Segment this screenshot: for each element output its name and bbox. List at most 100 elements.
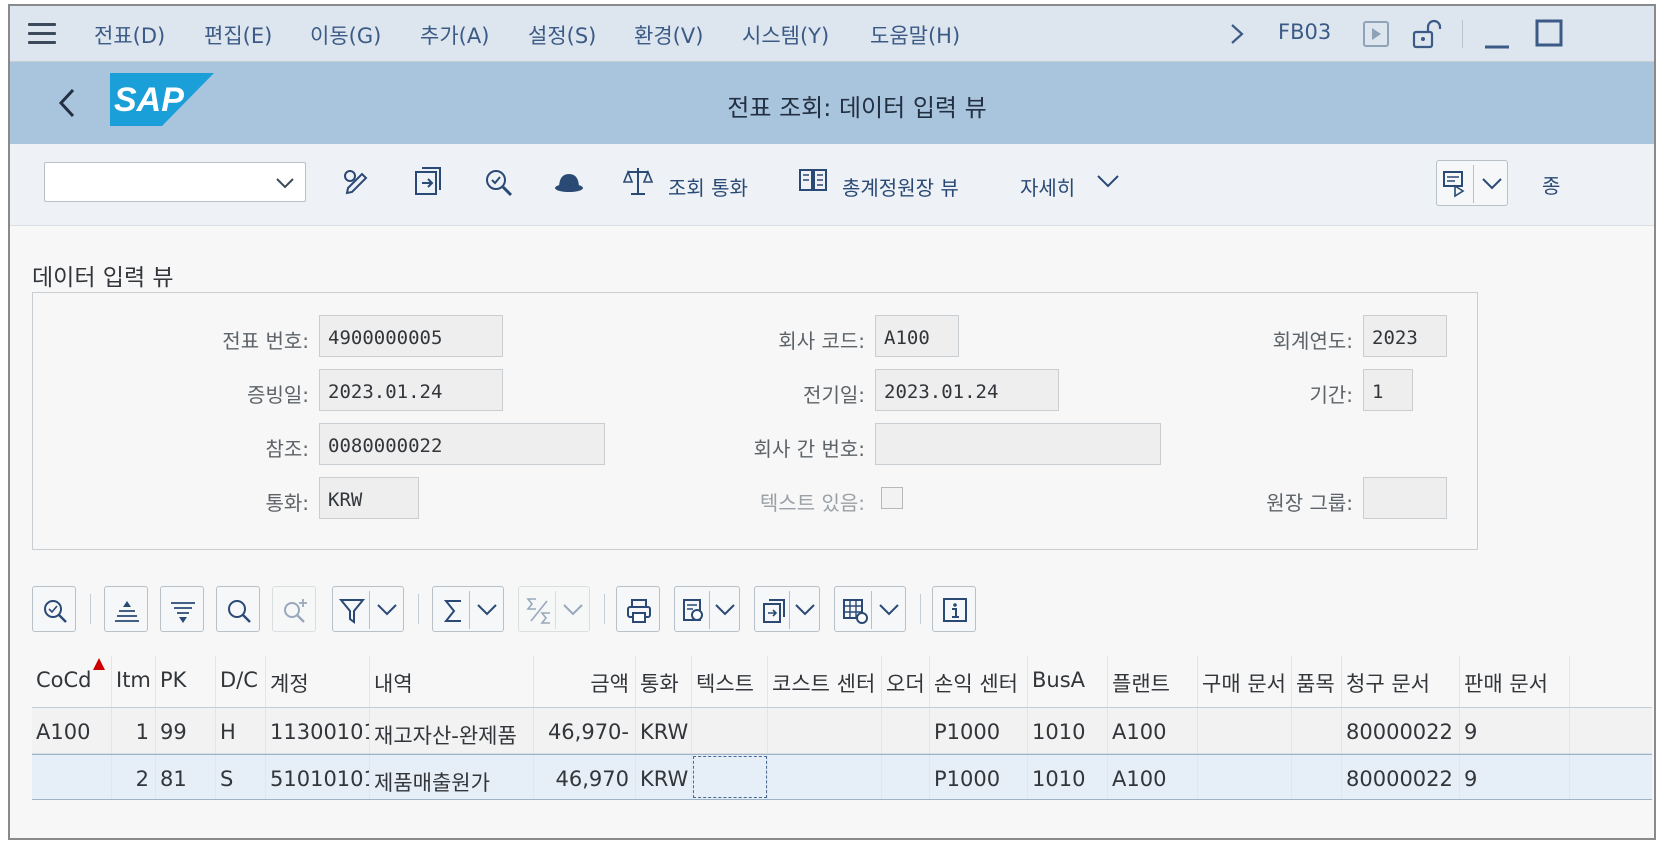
fiscal-year-field[interactable]: 2023	[1363, 315, 1447, 357]
sort-descending-button[interactable]	[160, 586, 204, 632]
cell-itm[interactable]: 1	[112, 708, 156, 753]
cell-itm[interactable]: 2	[112, 755, 156, 799]
transaction-menu-button[interactable]	[1436, 160, 1508, 206]
menu-document[interactable]: 전표(D)	[94, 20, 165, 50]
cell-po[interactable]	[1198, 708, 1292, 753]
cell-order[interactable]	[882, 708, 930, 753]
doc-number-field[interactable]: 4900000005	[319, 315, 503, 357]
minimize-icon[interactable]	[1482, 20, 1512, 50]
total-button[interactable]	[432, 586, 504, 632]
column-header-profit-center[interactable]: 손익 센터	[930, 656, 1028, 707]
cell-busa[interactable]: 1010	[1028, 755, 1108, 799]
cell-sales-doc[interactable]: 9	[1460, 755, 1570, 799]
cell-cost-center[interactable]	[768, 708, 882, 753]
menu-edit[interactable]: 편집(E)	[204, 20, 272, 50]
cell-profit-center[interactable]: P1000	[930, 708, 1028, 753]
cell-cocd[interactable]: A100	[32, 708, 112, 753]
chevron-down-icon[interactable]	[1094, 170, 1132, 210]
hamburger-menu-icon[interactable]	[28, 23, 56, 45]
subtotal-button[interactable]	[518, 586, 590, 632]
cell-currency[interactable]: KRW	[636, 755, 692, 799]
table-row[interactable]: A100 1 99 H 11300101 재고자산-완제품 46,970- KR…	[32, 708, 1652, 754]
column-header-account[interactable]: 계정	[266, 656, 370, 707]
menu-help[interactable]: 도움말(H)	[870, 20, 960, 50]
column-header-pk[interactable]: PK	[156, 656, 216, 707]
general-ledger-view-button[interactable]: 총계정원장 뷰	[842, 172, 959, 201]
cell-sales-doc[interactable]: 9	[1460, 708, 1570, 753]
currency-field[interactable]: KRW	[319, 477, 419, 519]
cell-busa[interactable]: 1010	[1028, 708, 1108, 753]
more-button[interactable]: 자세히	[1020, 172, 1075, 201]
services-hat-icon[interactable]	[550, 162, 588, 202]
menu-system[interactable]: 시스템(Y)	[742, 20, 829, 50]
menu-settings[interactable]: 설정(S)	[528, 20, 596, 50]
column-header-busa[interactable]: BusA	[1028, 656, 1108, 707]
views-button[interactable]	[674, 586, 740, 632]
filter-button[interactable]	[332, 586, 404, 632]
column-header-order[interactable]: 오더	[882, 656, 930, 707]
toolbar-select[interactable]	[44, 162, 306, 202]
cell-billing-doc[interactable]: 80000022	[1342, 755, 1460, 799]
cell-cocd[interactable]	[32, 755, 112, 799]
export-button[interactable]	[754, 586, 820, 632]
cell-profit-center[interactable]: P1000	[930, 755, 1028, 799]
column-header-dc[interactable]: D/C	[216, 656, 266, 707]
cell-plant[interactable]: A100	[1108, 755, 1198, 799]
find-button[interactable]	[216, 586, 260, 632]
doc-date-field[interactable]: 2023.01.24	[319, 369, 503, 411]
cell-plant[interactable]: A100	[1108, 708, 1198, 753]
cell-pk[interactable]: 81	[156, 755, 216, 799]
layout-button[interactable]	[834, 586, 906, 632]
cell-billing-doc[interactable]: 80000022	[1342, 708, 1460, 753]
column-header-plant[interactable]: 플랜트	[1108, 656, 1198, 707]
column-header-billing-doc[interactable]: 청구 문서	[1342, 656, 1460, 707]
display-currency-button[interactable]: 조회 통화	[668, 172, 748, 201]
text-exists-checkbox[interactable]	[881, 487, 903, 509]
cell-description[interactable]: 재고자산-완제품	[370, 708, 534, 753]
menu-environment[interactable]: 환경(V)	[634, 20, 703, 50]
details-button[interactable]	[32, 586, 76, 632]
general-ledger-view-icon[interactable]	[796, 162, 834, 202]
cell-cost-center[interactable]	[768, 755, 882, 799]
cell-description[interactable]: 제품매출원가	[370, 755, 534, 799]
transaction-code[interactable]: FB03	[1278, 20, 1331, 44]
find-next-button[interactable]	[272, 586, 316, 632]
column-header-description[interactable]: 내역	[370, 656, 534, 707]
cell-amount[interactable]: 46,970-	[534, 708, 636, 753]
exit-button-partial[interactable]: 종	[1542, 170, 1560, 199]
period-field[interactable]: 1	[1363, 369, 1413, 411]
information-button[interactable]	[932, 586, 976, 632]
cell-account[interactable]: 11300101	[266, 708, 370, 753]
column-header-text[interactable]: 텍스트	[692, 656, 768, 707]
cell-dc[interactable]: H	[216, 708, 266, 753]
column-header-po[interactable]: 구매 문서	[1198, 656, 1292, 707]
cell-text-focused[interactable]	[692, 755, 768, 799]
cell-item[interactable]	[1292, 708, 1342, 753]
column-header-amount[interactable]: 금액	[534, 656, 636, 707]
maximize-icon[interactable]	[1534, 18, 1564, 48]
execute-icon[interactable]	[1362, 20, 1390, 48]
table-row-selected[interactable]: 2 81 S 51010101 제품매출원가 46,970 KRW P1000 …	[32, 754, 1652, 800]
posting-date-field[interactable]: 2023.01.24	[875, 369, 1059, 411]
column-header-currency[interactable]: 통화	[636, 656, 692, 707]
column-header-itm[interactable]: Itm	[112, 656, 156, 707]
reference-field[interactable]: 0080000022	[319, 423, 605, 465]
cell-pk[interactable]: 99	[156, 708, 216, 753]
cell-currency[interactable]: KRW	[636, 708, 692, 753]
display-overview-icon[interactable]	[480, 162, 518, 202]
sort-ascending-button[interactable]	[104, 586, 148, 632]
cell-order[interactable]	[882, 755, 930, 799]
display-change-icon[interactable]	[338, 162, 376, 202]
cell-text[interactable]	[692, 708, 768, 753]
menu-extras[interactable]: 추가(A)	[420, 20, 489, 50]
menu-goto[interactable]: 이동(G)	[310, 20, 381, 50]
column-header-item[interactable]: 품목	[1292, 656, 1342, 707]
company-code-field[interactable]: A100	[875, 315, 959, 357]
cell-amount[interactable]: 46,970	[534, 755, 636, 799]
unlock-icon[interactable]	[1410, 18, 1444, 50]
balance-scale-icon[interactable]	[622, 162, 660, 202]
intercompany-field[interactable]	[875, 423, 1161, 465]
chevron-right-icon[interactable]	[1228, 22, 1246, 46]
column-header-cost-center[interactable]: 코스트 센터	[768, 656, 882, 707]
cell-account[interactable]: 51010101	[266, 755, 370, 799]
